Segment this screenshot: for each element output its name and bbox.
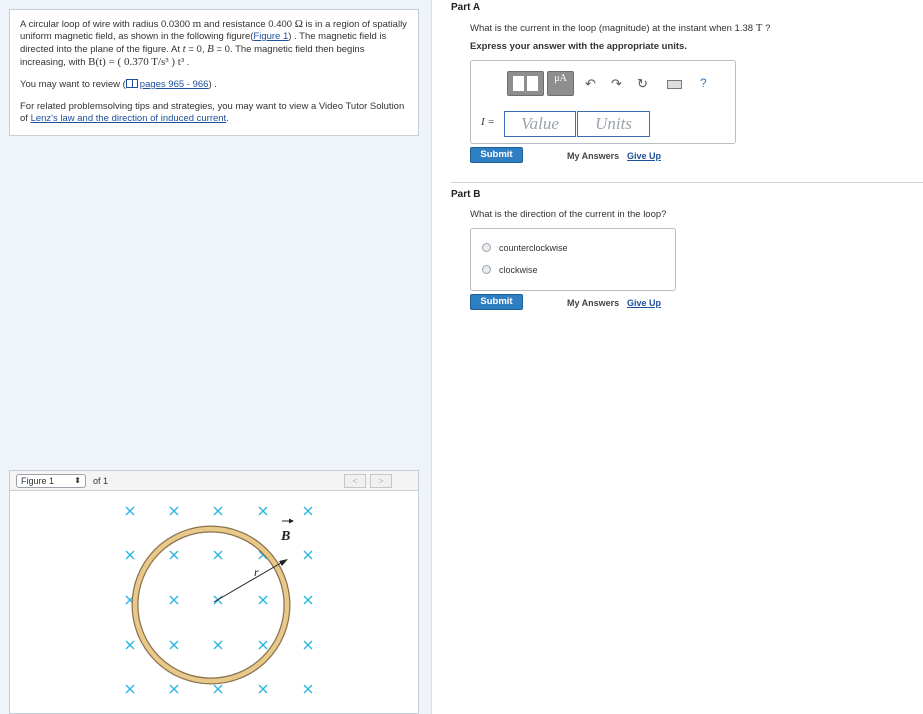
radius-label: r [254,565,259,579]
part-b-question: What is the direction of the current in … [470,209,667,220]
radius-arrowhead [279,559,288,566]
radius-arrow [213,559,287,603]
wire-loop [132,526,290,684]
tips-suffix: . [226,113,229,124]
part-a-instructions: Express your answer with the appropriate… [470,41,687,52]
field-cross-icon [303,640,313,650]
review-suffix: ) . [208,79,217,90]
figure-next-button[interactable]: > [370,474,392,488]
field-cross-icon [258,684,268,694]
part-a-title: Part A [451,2,481,13]
field-cross-icon [303,506,313,516]
part-a-submit-button[interactable]: Submit [470,147,523,163]
field-cross-icon [258,595,268,605]
field-cross-icon [303,684,313,694]
radio-icon[interactable] [482,265,491,274]
field-cross-icon [303,595,313,605]
field-cross-icon [169,684,179,694]
unit-ohm: Ω [294,18,303,30]
right-panel: Part A What is the current in the loop (… [433,0,923,714]
textbook-link[interactable]: pages 965 - 966 [125,79,209,90]
unit-meter: m [192,18,202,30]
field-cross-icon [125,506,135,516]
answer-variable-label: I = [481,116,495,128]
figure-prev-button[interactable]: < [344,474,366,488]
redo-icon[interactable]: ↷ [611,76,622,92]
part-a-question: What is the current in the loop (magnitu… [470,22,770,34]
var-B: B [207,43,214,55]
figure-select[interactable]: Figure 1 ⬍ [16,474,86,488]
field-vector-arrowhead [289,518,294,524]
video-tutor-link[interactable]: Lenz's law and the direction of induced … [31,113,227,124]
part-a-answer-box: μA ↶ ↷ ↻ ? I = Value Units [470,60,736,144]
left-panel: A circular loop of wire with radius 0.03… [0,0,432,714]
field-cross-icon [169,595,179,605]
part-b-my-answers-link[interactable]: My Answers [567,298,619,308]
problem-statement: A circular loop of wire with radius 0.03… [9,9,419,136]
field-cross-icon [169,506,179,516]
problem-text-part: A circular loop of wire with radius 0.03… [20,19,193,30]
help-icon[interactable]: ? [700,76,707,90]
field-cross-icon [125,640,135,650]
field-equation: B(t) = ( 0.370 T/s³ ) t³ [88,56,185,68]
chevron-left-icon: < [352,476,358,486]
part-b-submit-button[interactable]: Submit [470,294,523,310]
figure-toolbar: Figure 1 ⬍ of 1 < > [10,471,418,491]
choice-label: counterclockwise [499,243,568,253]
field-cross-icon [213,684,223,694]
template-block-icon [513,76,524,91]
field-cross-icon [213,550,223,560]
mu-unit-icon: μA [554,73,567,84]
part-a-my-answers-link[interactable]: My Answers [567,151,619,161]
loop-figure: r B [125,506,313,694]
field-cross-icon [213,506,223,516]
templates-button[interactable] [507,71,544,96]
units-mu-button[interactable]: μA [547,71,574,96]
part-a-give-up-link[interactable]: Give Up [627,151,661,161]
textbook-link-label: pages 965 - 966 [139,79,209,90]
undo-icon[interactable]: ↶ [585,76,596,92]
field-cross-icon [169,550,179,560]
chevron-right-icon: > [378,476,384,486]
units-input[interactable]: Units [577,111,650,137]
problem-text-part: = 0, [185,44,208,55]
field-cross-icon [125,550,135,560]
choice-label: clockwise [499,265,538,275]
field-cross-icon [213,640,223,650]
review-text: You may want to review ( pages 965 - 966)… [20,79,408,91]
field-cross-icon [258,640,268,650]
book-icon [125,79,138,88]
problem-text-part: . [184,57,190,68]
part-b-give-up-link[interactable]: Give Up [627,298,661,308]
field-cross-icon [125,684,135,694]
part-a-question-text: What is the current in the loop (magnitu… [470,23,756,34]
tips-text: For related problemsolving tips and stra… [20,101,408,125]
part-b-title: Part B [451,189,481,200]
field-cross-icon [169,640,179,650]
choice-counterclockwise[interactable]: counterclockwise [482,243,568,253]
choice-clockwise[interactable]: clockwise [482,265,538,275]
part-a-question-end: ? [762,23,771,34]
figure-select-value: Figure 1 [21,476,55,486]
part-divider [451,182,923,183]
keyboard-icon[interactable] [667,80,682,89]
field-cross-icon [258,506,268,516]
problem-text: A circular loop of wire with radius 0.03… [20,18,408,69]
radio-icon[interactable] [482,243,491,252]
reset-icon[interactable]: ↻ [637,76,648,92]
field-label: B [280,529,290,544]
figure-count: of 1 [93,476,109,486]
template-block-icon [527,76,538,91]
figure-link[interactable]: Figure 1 [253,31,288,42]
part-b-choices: counterclockwise clockwise [470,228,676,291]
figure-panel: Figure 1 ⬍ of 1 < > r B [9,470,419,714]
value-input[interactable]: Value [504,111,576,137]
field-cross-icon [303,550,313,560]
review-prefix: You may want to review ( [20,79,126,90]
problem-text-part: and resistance 0.400 [201,19,295,30]
updown-arrow-icon: ⬍ [74,476,81,485]
